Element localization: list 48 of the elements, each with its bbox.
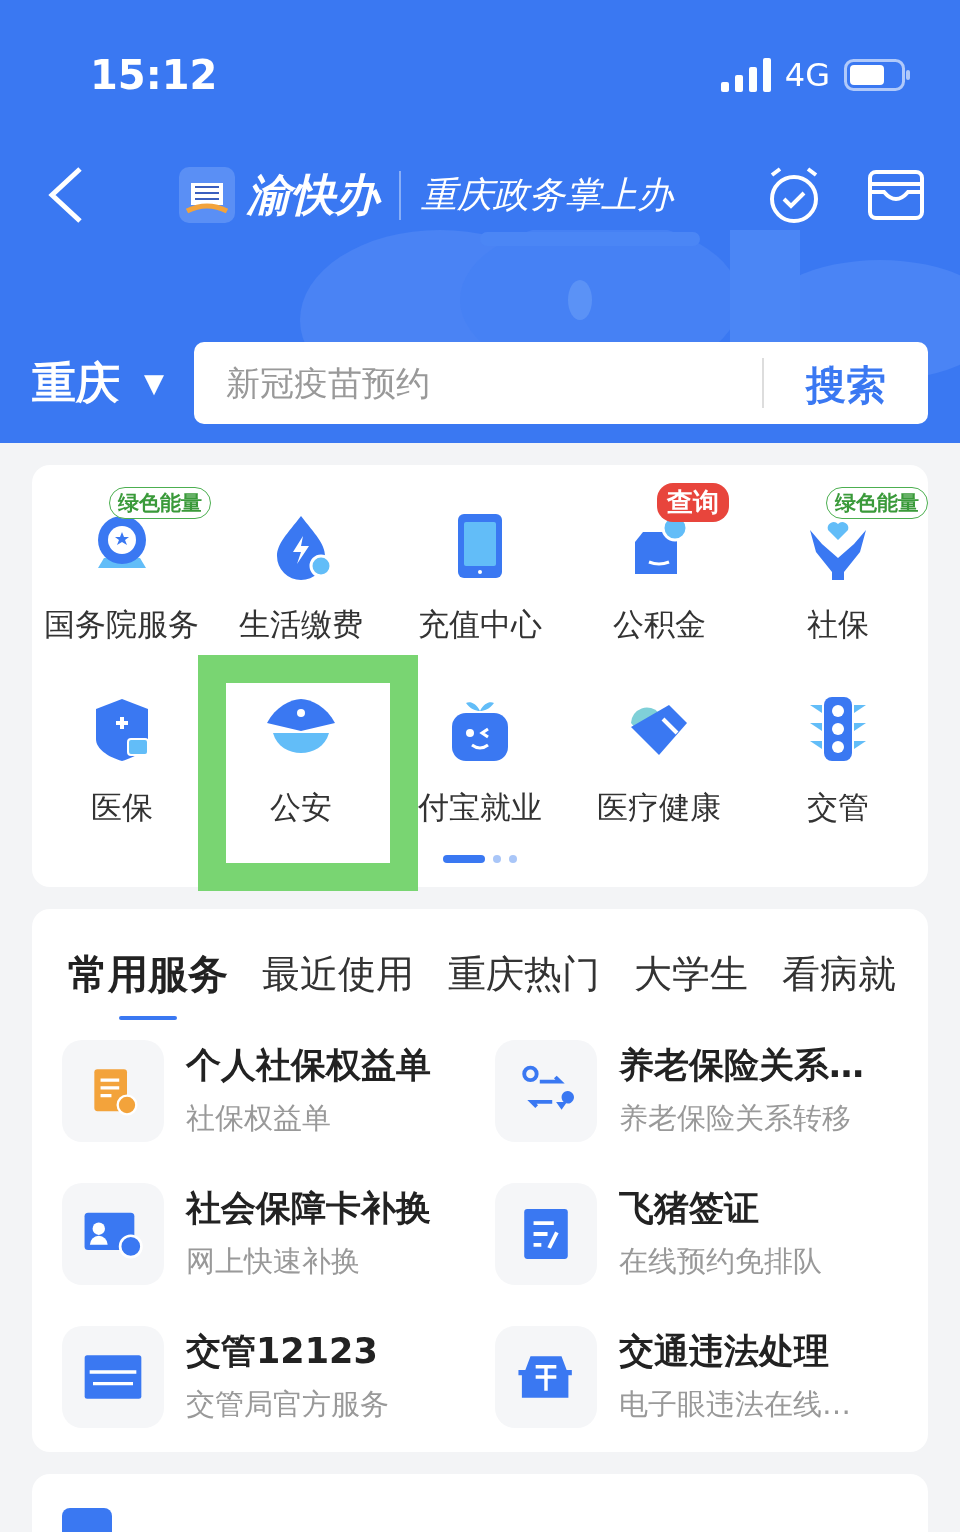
wallet-icon[interactable] xyxy=(868,170,924,220)
service-label[interactable]: 公积金 xyxy=(612,604,706,646)
city-name[interactable]: 重庆 xyxy=(32,353,120,413)
service-icon-tile[interactable] xyxy=(62,1040,164,1142)
service-label[interactable]: 公安 xyxy=(269,787,332,829)
battery-icon xyxy=(844,59,910,91)
service-label[interactable]: 生活缴费 xyxy=(238,604,363,646)
service-title[interactable]: 养老保险关系… xyxy=(619,1042,864,1089)
service-label[interactable]: 国务院服务 xyxy=(44,604,200,646)
service-subtitle: 在线预约免排队 xyxy=(619,1243,822,1280)
service-subtitle: 养老保险关系转移 xyxy=(619,1100,852,1137)
app-logo-icon xyxy=(179,167,235,223)
search-button[interactable]: 搜索 xyxy=(762,358,928,408)
service-label[interactable]: 医疗健康 xyxy=(597,787,722,829)
badge: 绿色能量 xyxy=(109,487,212,519)
service-title[interactable]: 飞猪签证 xyxy=(619,1185,822,1232)
service-icon-tile[interactable] xyxy=(495,1183,597,1285)
signal-icon xyxy=(720,58,773,92)
category-tab[interactable]: 大学生 xyxy=(634,947,748,1024)
section-icon xyxy=(62,1508,112,1532)
service-label[interactable]: 医保 xyxy=(90,787,153,829)
category-tab[interactable]: 重庆热门 xyxy=(448,947,600,1024)
service-subtitle: 电子眼违法在线… xyxy=(619,1386,851,1423)
dropdown-caret[interactable]: ▼ xyxy=(144,368,164,398)
service-label[interactable]: 社保 xyxy=(807,604,870,646)
category-tab[interactable]: 看病就 xyxy=(782,947,896,1024)
service-label[interactable]: 付宝就业 xyxy=(418,787,542,829)
service-label[interactable]: 交管 xyxy=(807,787,870,829)
service-subtitle: 社保权益单 xyxy=(186,1100,332,1137)
service-title[interactable]: 交通违法处理 xyxy=(619,1328,851,1375)
service-icon-tile[interactable] xyxy=(62,1326,164,1428)
network-type: 4G xyxy=(784,56,830,94)
badge: 查询 xyxy=(656,483,729,522)
category-tab[interactable]: 最近使用 xyxy=(262,947,414,1024)
service-title[interactable]: 社会保障卡补换 xyxy=(186,1185,431,1232)
app-slogan: 重庆政务掌上办 xyxy=(399,170,673,220)
service-label[interactable]: 充值中心 xyxy=(418,604,542,646)
service-subtitle: 交管局官方服务 xyxy=(186,1386,389,1423)
service-subtitle: 网上快速补换 xyxy=(186,1243,361,1280)
search-field[interactable]: 新冠疫苗预约 搜索 xyxy=(194,342,928,424)
service-icon-tile[interactable] xyxy=(62,1183,164,1285)
badge: 绿色能量 xyxy=(826,487,928,519)
service-title[interactable]: 交管12123 xyxy=(186,1328,389,1375)
clock: 15:12 xyxy=(90,52,219,98)
service-icon-tile[interactable] xyxy=(495,1040,597,1142)
service-icon-tile[interactable] xyxy=(495,1326,597,1428)
category-tab[interactable]: 常用服务 xyxy=(68,947,228,1024)
service-title[interactable]: 个人社保权益单 xyxy=(186,1042,431,1089)
